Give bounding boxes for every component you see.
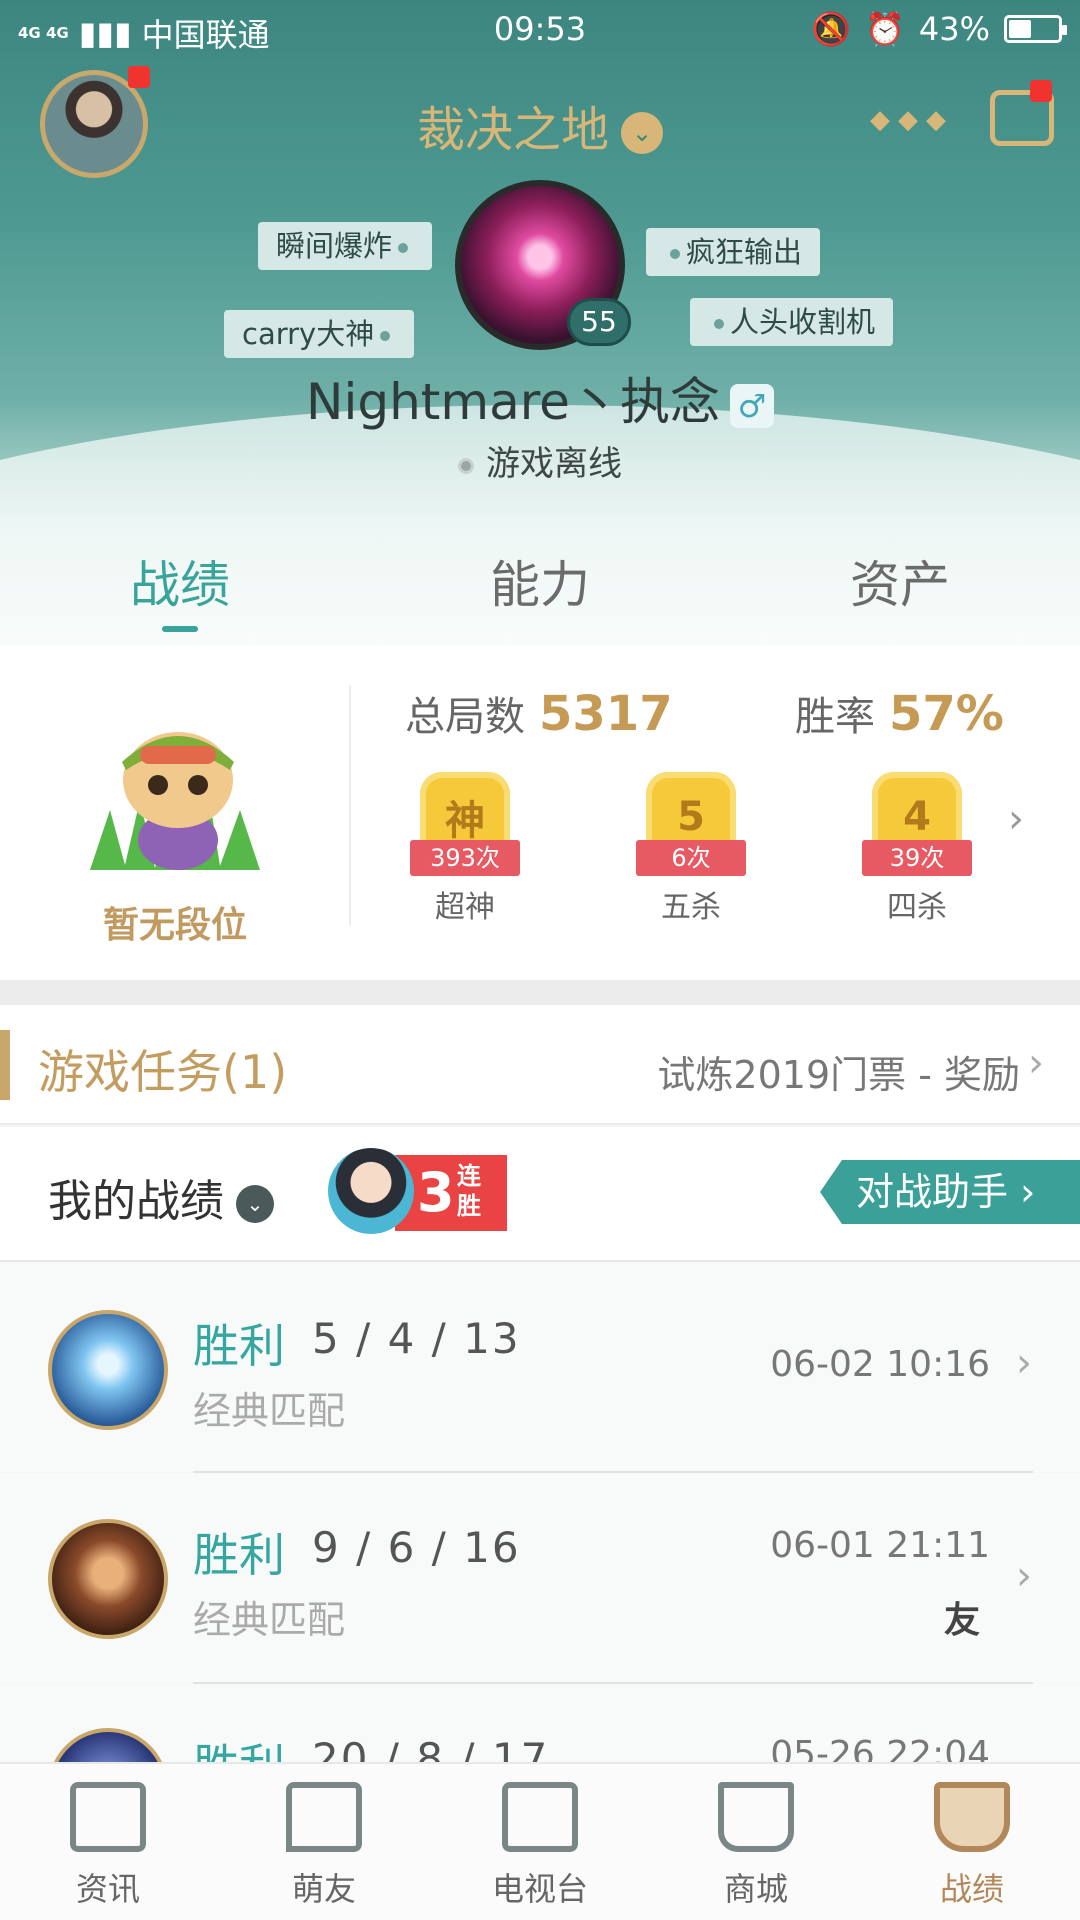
match-result: 胜利: [193, 1528, 285, 1582]
news-book-icon: [70, 1782, 146, 1852]
nav-label: 电视台: [491, 1870, 588, 1908]
alarm-icon: ⏰: [865, 10, 905, 48]
nav-label: 资讯: [75, 1870, 140, 1908]
online-status: 游戏离线: [0, 436, 1080, 485]
match-mode: 经典匹配: [193, 1598, 346, 1642]
match-row[interactable]: 胜利 5 / 4 / 13 经典匹配 06-02 10:16 ›: [0, 1262, 1080, 1472]
streak-number: 3: [417, 1161, 455, 1224]
badge-godlike[interactable]: 神 393次 超神: [400, 752, 530, 925]
tab-records[interactable]: 战绩: [0, 545, 360, 617]
tag-pin-icon: [714, 319, 724, 329]
vertical-divider: [349, 685, 351, 925]
badge-quadra-kill[interactable]: 4 39次 四杀: [852, 752, 982, 925]
records-shield-icon: [934, 1782, 1010, 1852]
match-result: 胜利: [193, 1319, 285, 1373]
nav-label: 商城: [723, 1870, 788, 1908]
match-time: 06-02 10:16: [770, 1344, 990, 1385]
task-accent-bar: [0, 1030, 10, 1100]
streak-character-icon: [328, 1148, 414, 1234]
tag-pin-icon: [670, 249, 680, 259]
hero-avatar: [48, 1519, 168, 1639]
chevron-right-icon: ›: [1020, 1170, 1036, 1214]
streak-text: 连胜: [457, 1162, 481, 1220]
chevron-right-icon[interactable]: ›: [1008, 796, 1024, 842]
player-tag: 人头收割机: [690, 298, 894, 346]
nav-friends[interactable]: 萌友: [216, 1782, 432, 1910]
tab-underline: [162, 626, 198, 632]
win-rate-value: 57%: [889, 686, 1004, 742]
nav-records[interactable]: 战绩: [864, 1782, 1080, 1910]
chevron-down-icon: ⌄: [621, 112, 663, 154]
match-result: 胜利: [193, 1730, 285, 1762]
nav-label: 战绩: [939, 1870, 1004, 1908]
profile-header: 4G 4G ▮▮▮ 中国联通 09:53 🔕 ⏰ 43% 裁决之地 ⌄ ◆◆◆ 瞬…: [0, 0, 1080, 645]
more-options-icon[interactable]: ◆◆◆: [870, 105, 954, 135]
badge-penta-kill[interactable]: 5 6次 五杀: [626, 752, 756, 925]
records-title: 我的战绩: [48, 1176, 224, 1227]
match-mode: 经典匹配: [193, 1389, 346, 1433]
hero-avatar: [48, 1728, 168, 1762]
notification-dot: [128, 66, 150, 88]
badge-count: 393次: [410, 840, 520, 876]
player-tag: 疯狂输出: [646, 228, 821, 276]
chevron-right-icon: ›: [1016, 1553, 1032, 1599]
total-games-value: 5317: [539, 686, 673, 742]
badge-count: 6次: [636, 840, 746, 876]
teemo-rank-icon[interactable]: [70, 690, 280, 880]
nav-label: 萌友: [291, 1870, 356, 1908]
win-rate: 胜率 57%: [795, 686, 1004, 742]
chat-notification-dot: [1030, 80, 1052, 102]
player-tag: carry大神: [224, 310, 415, 358]
badge-count: 39次: [862, 840, 972, 876]
match-row[interactable]: 胜利 9 / 6 / 16 经典匹配 06-01 21:11 友 ›: [0, 1473, 1080, 1683]
tab-ability[interactable]: 能力: [360, 545, 720, 617]
task-title: 游戏任务(1): [38, 1045, 288, 1099]
rank-label: 暂无段位: [102, 905, 247, 946]
total-games: 总局数 5317: [405, 686, 673, 742]
tab-assets[interactable]: 资产: [720, 545, 1080, 617]
server-name: 裁决之地: [416, 102, 609, 158]
tv-icon: [502, 1782, 578, 1852]
badge-label: 五杀: [661, 890, 721, 925]
match-row[interactable]: 胜利 20 / 8 / 17 05-26 22:04: [0, 1684, 1080, 1762]
hero-avatar: [48, 1310, 168, 1430]
mute-bell-icon: 🔕: [811, 10, 852, 48]
friends-heart-icon: [286, 1782, 362, 1852]
bottom-nav: 资讯 萌友 电视台 商城 战绩: [0, 1762, 1080, 1920]
male-icon: ♂: [729, 383, 774, 428]
badge-label: 超神: [435, 890, 495, 925]
battle-assistant-label: 对战助手: [856, 1170, 1009, 1214]
nav-shop[interactable]: 商城: [648, 1782, 864, 1910]
match-kda: 9 / 6 / 16: [312, 1523, 521, 1572]
nav-news[interactable]: 资讯: [0, 1782, 216, 1910]
player-name-row: Nightmare丶执念 ♂: [0, 362, 1080, 434]
task-reward-text: 试炼2019门票 - 奖励: [657, 1053, 1020, 1097]
player-name: Nightmare丶执念: [306, 373, 720, 431]
battle-assistant-button[interactable]: 对战助手 ›: [820, 1160, 1080, 1224]
friend-badge: 友: [943, 1600, 980, 1641]
tag-pin-icon: [380, 331, 391, 341]
chevron-right-icon: ›: [1016, 1340, 1032, 1386]
status-dot-icon: [458, 457, 474, 474]
battery-icon: [1004, 15, 1067, 43]
records-filter[interactable]: 我的战绩 ⌄: [48, 1165, 274, 1229]
nav-tv[interactable]: 电视台: [432, 1782, 648, 1910]
match-time: 05-26 22:04: [770, 1734, 990, 1762]
match-kda: 20 / 8 / 17: [312, 1734, 550, 1762]
status-bar: 4G 4G ▮▮▮ 中国联通 09:53 🔕 ⏰ 43%: [0, 0, 1080, 58]
section-gap: [0, 980, 1080, 1005]
match-kda: 5 / 4 / 13: [312, 1314, 521, 1363]
status-text: 游戏离线: [486, 444, 622, 484]
player-tag: 瞬间爆炸: [258, 222, 433, 270]
shop-bag-icon: [718, 1782, 794, 1852]
chevron-right-icon: ›: [1028, 1040, 1044, 1086]
tab-bar: 战绩 能力 资产: [0, 545, 1080, 635]
battery-percent: 43%: [918, 10, 990, 48]
chevron-down-icon: ⌄: [236, 1185, 274, 1223]
level-badge: 55: [567, 298, 631, 346]
badge-label: 四杀: [887, 890, 947, 925]
match-time: 06-01 21:11: [770, 1525, 990, 1566]
tag-pin-icon: [398, 243, 409, 253]
